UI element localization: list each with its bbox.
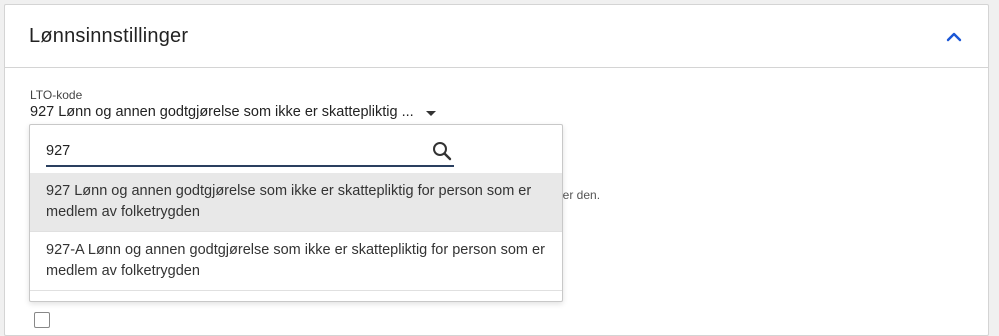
collapse-button[interactable] — [942, 25, 966, 49]
dropdown-option[interactable]: 927-A Lønn og annen godtgjørelse som ikk… — [30, 232, 562, 291]
lto-code-label: LTO-kode — [30, 88, 83, 102]
search-input[interactable] — [46, 141, 416, 161]
lto-code-selected-value: 927 Lønn og annen godtgjørelse som ikke … — [30, 104, 414, 120]
panel-header[interactable]: Lønnsinnstillinger — [5, 5, 988, 68]
checkbox[interactable] — [34, 312, 50, 328]
chevron-up-icon — [946, 32, 962, 42]
search-icon[interactable] — [432, 141, 452, 161]
panel-title: Lønnsinnstillinger — [29, 25, 189, 47]
search-field[interactable] — [46, 139, 454, 167]
lto-code-dropdown: 927 Lønn og annen godtgjørelse som ikke … — [29, 124, 563, 302]
lto-code-select[interactable]: 927 Lønn og annen godtgjørelse som ikke … — [29, 102, 438, 124]
caret-down-icon — [426, 111, 436, 116]
dropdown-option[interactable]: 927 Lønn og annen godtgjørelse som ikke … — [30, 173, 562, 232]
